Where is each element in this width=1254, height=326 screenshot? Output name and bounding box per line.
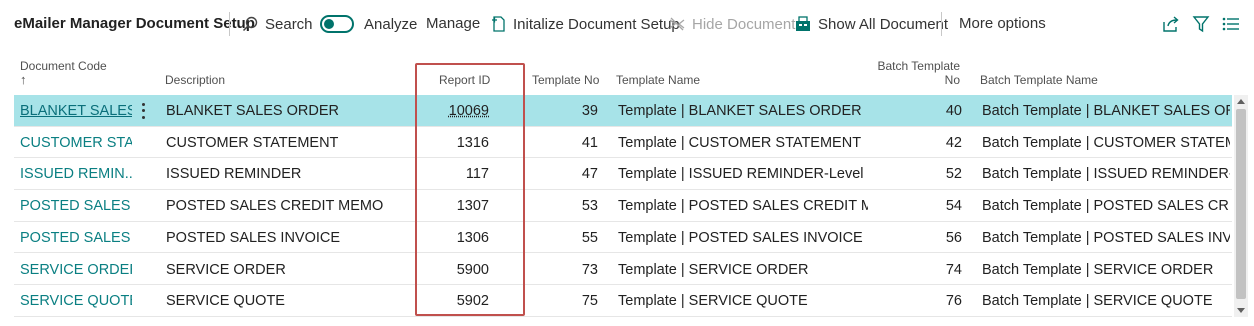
toggle-switch-icon <box>320 15 354 33</box>
template-no-cell: 75 <box>581 293 598 310</box>
table-row[interactable]: POSTED SALES ... POSTED SALES CREDIT MEMO… <box>14 190 1232 222</box>
show-all-label: Show All Document <box>818 15 949 33</box>
description-cell: POSTED SALES CREDIT MEMO <box>166 198 384 215</box>
more-options-label: More options <box>959 15 1046 32</box>
divider <box>229 12 230 36</box>
manage-label: Manage <box>426 15 481 32</box>
column-header-batch-template-name[interactable]: Batch Template Name <box>980 73 1098 87</box>
hide-icon <box>668 15 686 33</box>
table-row[interactable]: CUSTOMER STA... CUSTOMER STATEMENT 1316 41 T… <box>14 127 1232 159</box>
batch-template-name-cell: Batch Template | SERVICE ORDER <box>982 261 1214 278</box>
template-no-cell: 73 <box>581 261 598 278</box>
document-code-link[interactable]: ISSUED REMIN... <box>20 166 132 182</box>
report-id-cell: 1307 <box>456 198 489 215</box>
report-id-cell: 10069 <box>448 103 489 119</box>
initialize-document-setup-button[interactable]: Initalize Document Setup <box>489 15 680 33</box>
template-no-cell: 53 <box>581 198 598 215</box>
batch-template-no-cell: 40 <box>945 103 962 119</box>
batch-template-name-cell: Batch Template | ISSUED REMINDER-Leve... <box>982 166 1230 183</box>
template-no-cell: 47 <box>581 166 598 183</box>
filter-icon[interactable] <box>1191 14 1211 34</box>
template-name-cell: Template | CUSTOMER STATEMENT <box>618 134 862 151</box>
template-name-cell: Template | SERVICE ORDER <box>618 261 809 278</box>
column-header-batch-template-no[interactable]: Batch Template No <box>874 59 961 87</box>
document-code-link[interactable]: SERVICE ORDER <box>20 262 132 278</box>
column-header-template-no[interactable]: Template No <box>532 73 599 87</box>
description-cell: POSTED SALES INVOICE <box>166 229 341 246</box>
template-name-cell: Template | POSTED SALES INVOICE <box>618 229 863 246</box>
batch-template-no-cell: 54 <box>945 198 962 215</box>
search-button[interactable]: Search <box>241 15 313 33</box>
document-setup-icon <box>489 15 507 33</box>
report-id-cell: 1316 <box>456 134 489 151</box>
template-no-cell: 55 <box>581 229 598 246</box>
template-name-cell: Template | POSTED SALES CREDIT MEMO <box>618 198 868 215</box>
column-header-description[interactable]: Description <box>165 73 225 87</box>
scroll-thumb[interactable] <box>1236 109 1246 299</box>
list-view-icon[interactable] <box>1221 14 1241 34</box>
batch-template-no-cell: 56 <box>945 229 962 246</box>
show-all-icon <box>794 15 812 33</box>
document-code-link[interactable]: POSTED SALES ... <box>20 198 132 214</box>
table-header: Document Code ↑ Description Report ID Te… <box>14 52 1232 95</box>
batch-template-name-cell: Batch Template | CUSTOMER STATEMENT <box>982 134 1230 151</box>
document-code-link[interactable]: CUSTOMER STA... <box>20 135 132 151</box>
table-row[interactable]: SERVICE ORDER SERVICE ORDER 5900 73 Template… <box>14 254 1232 286</box>
hide-document-label: Hide Document <box>692 15 796 33</box>
analyze-label: Analyze <box>364 15 418 33</box>
manage-menu-button[interactable]: Manage <box>426 15 480 32</box>
batch-template-no-cell: 76 <box>945 293 962 310</box>
batch-template-name-cell: Batch Template | POSTED SALES CREDIT ... <box>982 198 1230 215</box>
more-options-button[interactable]: More options <box>959 15 1046 32</box>
document-setup-table: Document Code ↑ Description Report ID Te… <box>14 52 1232 317</box>
action-bar: eMailer Manager Document Setup Search An… <box>0 0 1254 48</box>
report-id-cell: 117 <box>465 166 489 183</box>
share-icon[interactable] <box>1161 14 1181 34</box>
column-header-report-id[interactable]: Report ID <box>439 73 490 87</box>
description-cell: ISSUED REMINDER <box>166 166 302 183</box>
scroll-up-icon[interactable] <box>1237 99 1245 104</box>
template-name-cell: Template | ISSUED REMINDER-Level 5 <box>618 166 868 183</box>
template-no-cell: 39 <box>581 103 598 119</box>
initialize-label: Initalize Document Setup <box>513 15 680 33</box>
document-code-link[interactable]: POSTED SALES I... <box>20 230 132 246</box>
template-name-cell: Template | BLANKET SALES ORDER <box>618 103 862 119</box>
description-cell: SERVICE QUOTE <box>166 293 285 310</box>
document-code-link[interactable]: SERVICE QUOTE <box>20 293 132 309</box>
description-cell: SERVICE ORDER <box>166 261 286 278</box>
batch-template-no-cell: 74 <box>945 261 962 278</box>
search-label: Search <box>265 15 313 33</box>
scroll-down-icon[interactable] <box>1237 308 1245 313</box>
show-all-document-button[interactable]: Show All Document <box>794 15 948 33</box>
column-header-document-code[interactable]: Document Code ↑ <box>20 59 107 87</box>
batch-template-name-cell: Batch Template | POSTED SALES INVOICE <box>982 229 1230 246</box>
table-row[interactable]: ISSUED REMIN... ISSUED REMINDER 117 47 Templ… <box>14 158 1232 191</box>
row-actions-icon[interactable] <box>138 101 148 121</box>
divider <box>941 12 942 36</box>
sort-ascending-icon: ↑ <box>20 72 27 87</box>
description-cell: CUSTOMER STATEMENT <box>166 134 339 151</box>
search-icon <box>241 15 259 33</box>
vertical-scrollbar[interactable] <box>1234 95 1248 317</box>
column-header-template-name[interactable]: Template Name <box>616 73 700 87</box>
hide-document-button[interactable]: Hide Document <box>668 15 795 33</box>
report-id-cell: 1306 <box>456 229 489 246</box>
report-id-cell: 5902 <box>456 293 489 310</box>
table-row[interactable]: POSTED SALES I... POSTED SALES INVOICE 130… <box>14 222 1232 254</box>
description-cell: BLANKET SALES ORDER <box>166 103 339 119</box>
batch-template-no-cell: 42 <box>945 134 962 151</box>
template-name-cell: Template | SERVICE QUOTE <box>618 293 808 310</box>
batch-template-no-cell: 52 <box>945 166 962 183</box>
template-no-cell: 41 <box>581 134 598 151</box>
document-code-link[interactable]: BLANKET SALES... <box>20 103 132 119</box>
report-id-cell: 5900 <box>456 261 489 278</box>
table-row[interactable]: BLANKET SALES... BLANKET SALES ORDER 10069… <box>14 95 1232 127</box>
batch-template-name-cell: Batch Template | BLANKET SALES ORDER <box>982 103 1230 119</box>
table-row[interactable]: SERVICE QUOTE SERVICE QUOTE 5902 75 Template… <box>14 285 1232 317</box>
page-title: eMailer Manager Document Setup <box>14 15 255 32</box>
analyze-toggle[interactable]: Analyze <box>320 15 417 33</box>
batch-template-name-cell: Batch Template | SERVICE QUOTE <box>982 293 1213 310</box>
